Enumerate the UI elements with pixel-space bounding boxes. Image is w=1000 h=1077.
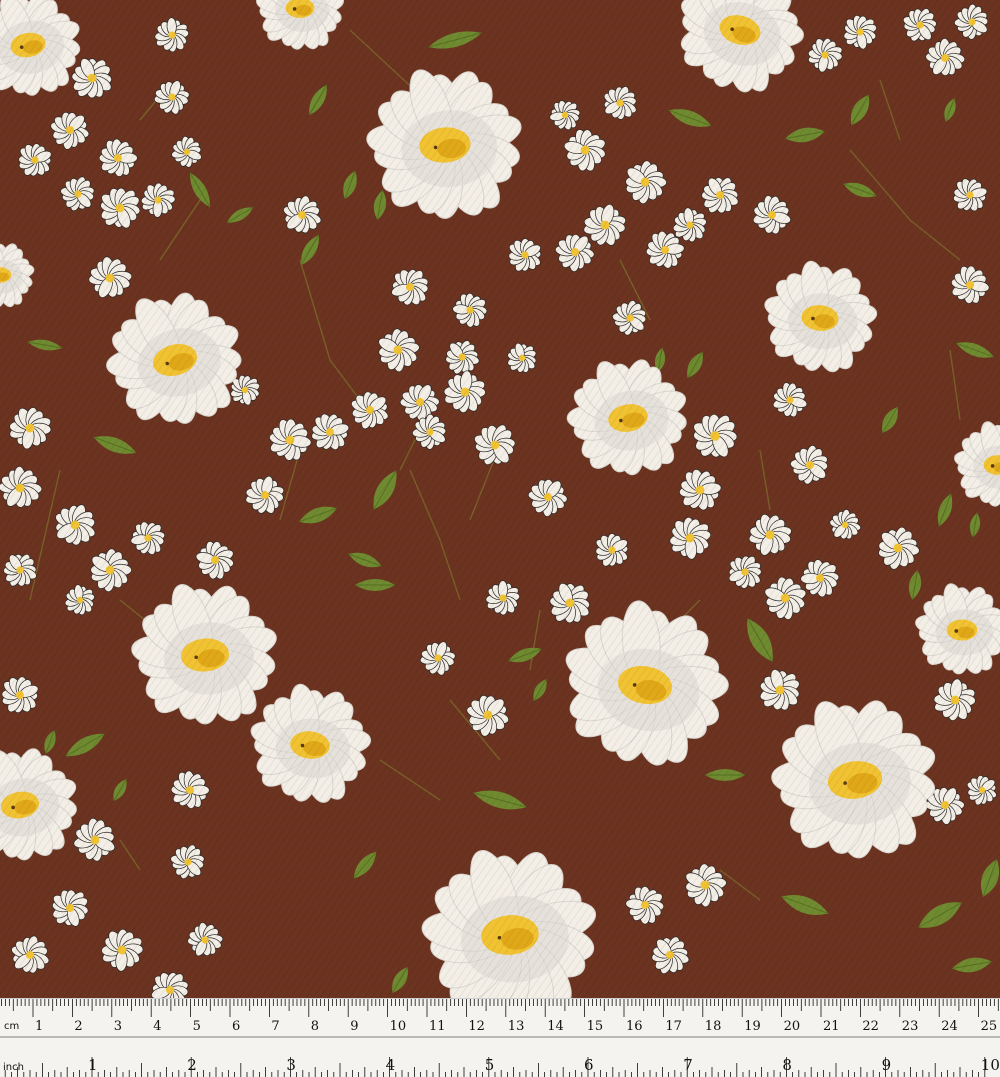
- cm-label-5: 5: [193, 1019, 201, 1034]
- cm-label-20: 20: [784, 1019, 801, 1034]
- inch-label-10: 10: [981, 1056, 1000, 1074]
- cm-label-24: 24: [941, 1019, 958, 1034]
- cm-label-12: 12: [468, 1019, 485, 1034]
- fabric-artwork: [0, 0, 1000, 998]
- cm-label-4: 4: [153, 1019, 161, 1034]
- cm-ticks: [0, 999, 1000, 1037]
- inch-ticks: [5, 1057, 985, 1077]
- cm-label-16: 16: [626, 1019, 643, 1034]
- floral-fabric-print: [0, 0, 1000, 998]
- cm-label-17: 17: [665, 1019, 682, 1034]
- cm-label-11: 11: [429, 1019, 446, 1034]
- measuring-tape: cm inch 12345678910111213141516171819202…: [0, 998, 1000, 1077]
- cm-label-8: 8: [311, 1019, 319, 1034]
- cm-label-14: 14: [547, 1019, 564, 1034]
- cm-label-10: 10: [390, 1019, 407, 1034]
- cm-label-1: 1: [35, 1019, 43, 1034]
- cm-label-9: 9: [350, 1019, 358, 1034]
- inch-label-2: 2: [187, 1056, 197, 1074]
- cm-label-19: 19: [744, 1019, 761, 1034]
- inch-label-7: 7: [683, 1056, 693, 1074]
- inch-label-8: 8: [782, 1056, 792, 1074]
- cm-label-18: 18: [705, 1019, 722, 1034]
- cm-label-21: 21: [823, 1019, 840, 1034]
- inch-label-9: 9: [882, 1056, 892, 1074]
- inch-label-5: 5: [485, 1056, 495, 1074]
- inch-unit-label: inch: [3, 1062, 24, 1073]
- ruler-artwork: cm inch 12345678910111213141516171819202…: [0, 999, 1000, 1077]
- inch-label-6: 6: [584, 1056, 594, 1074]
- inch-label-3: 3: [286, 1056, 296, 1074]
- cm-label-23: 23: [902, 1019, 919, 1034]
- cm-labels: 1234567891011121314151617181920212223242…: [35, 1019, 997, 1034]
- cm-unit-label: cm: [4, 1021, 19, 1032]
- cm-label-13: 13: [508, 1019, 525, 1034]
- cm-label-3: 3: [114, 1019, 122, 1034]
- cm-label-6: 6: [232, 1019, 240, 1034]
- cm-label-2: 2: [74, 1019, 82, 1034]
- cm-label-15: 15: [587, 1019, 604, 1034]
- cm-label-22: 22: [862, 1019, 879, 1034]
- cm-label-7: 7: [271, 1019, 279, 1034]
- inch-label-1: 1: [88, 1056, 98, 1074]
- twill-texture: [0, 0, 1000, 998]
- inch-label-4: 4: [386, 1056, 396, 1074]
- cm-label-25: 25: [981, 1019, 998, 1034]
- inch-labels: 1 2 3 4 5 6 7 8 9 10: [88, 1056, 1000, 1074]
